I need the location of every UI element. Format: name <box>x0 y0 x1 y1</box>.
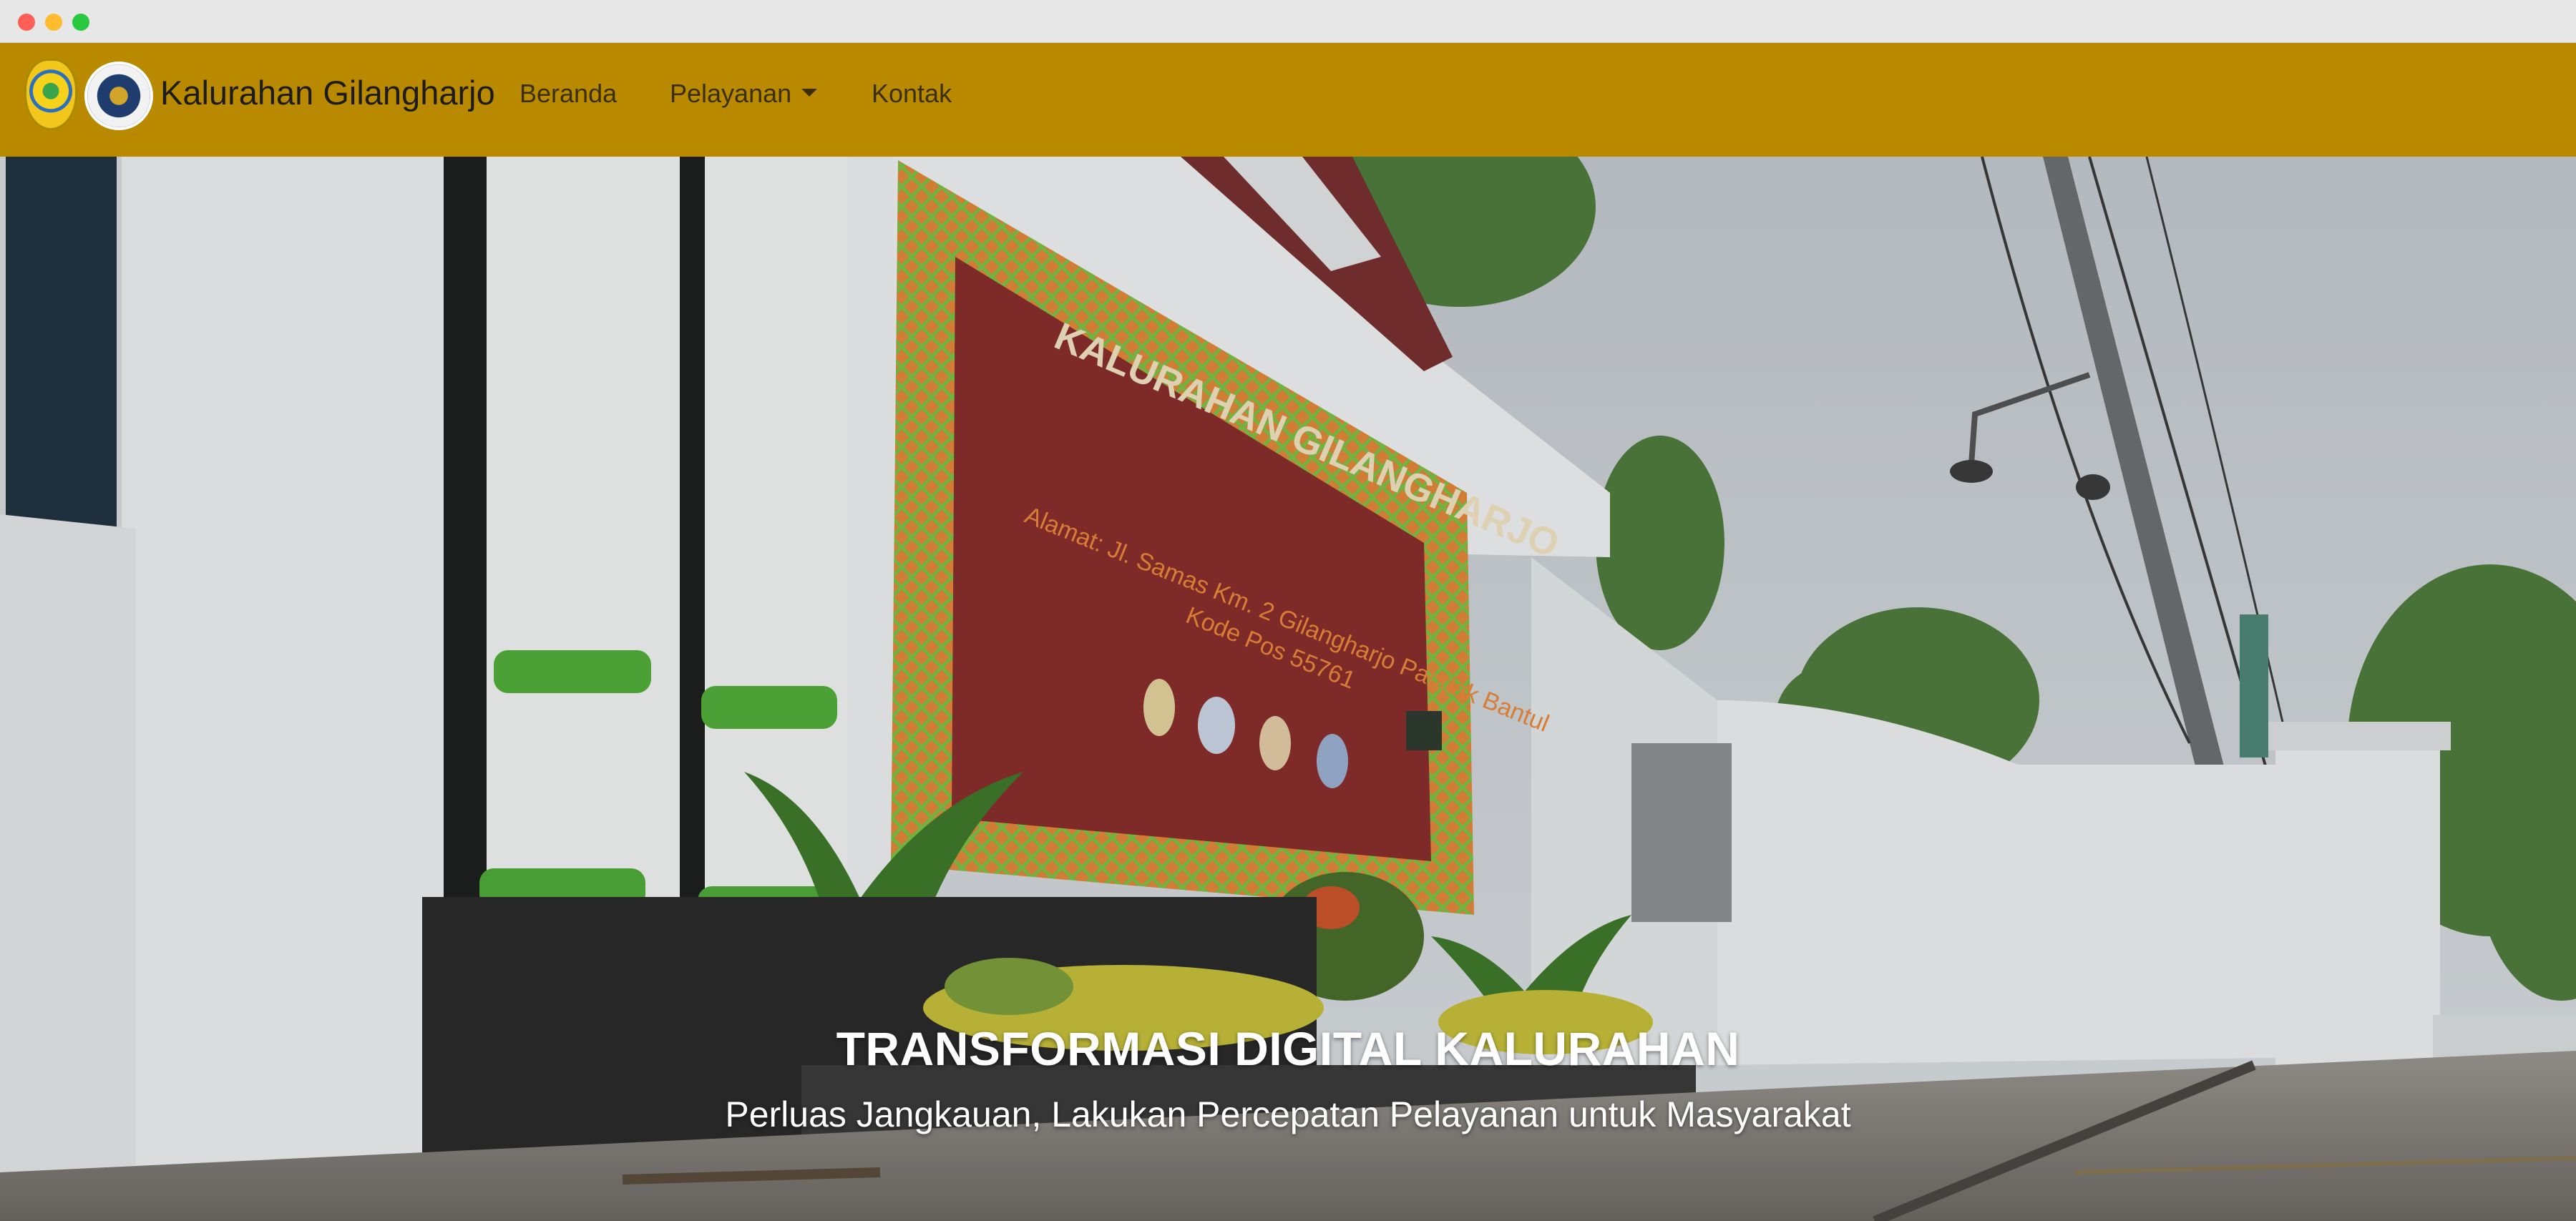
nav-link-beranda[interactable]: Beranda <box>519 79 617 109</box>
nav-link-pelayanan-label: Pelayanan <box>670 79 792 108</box>
navbar: Kalurahan Gilangharjo Beranda Pelayanan … <box>0 43 2576 157</box>
chevron-down-icon <box>801 88 818 97</box>
hero-subtitle: Perluas Jangkauan, Lakukan Percepatan Pe… <box>725 1094 1851 1134</box>
hero-title: TRANSFORMASI DIGITAL KALURAHAN <box>836 1022 1740 1075</box>
close-window-button[interactable] <box>18 14 35 31</box>
nav-link-kontak[interactable]: Kontak <box>872 79 952 109</box>
minimize-window-button[interactable] <box>45 14 62 31</box>
kalurahan-seal-icon[interactable] <box>84 62 153 130</box>
nav-link-pelayanan[interactable]: Pelayanan <box>670 79 818 109</box>
brand-link[interactable]: Kalurahan Gilangharjo <box>160 73 495 112</box>
maximize-window-button[interactable] <box>72 14 89 31</box>
hero-banner: KALURAHAN GILANGHARJO Alamat: Jl. Samas … <box>0 157 2576 1221</box>
window-chrome <box>0 0 2576 43</box>
bantul-logo-icon[interactable] <box>24 59 77 130</box>
